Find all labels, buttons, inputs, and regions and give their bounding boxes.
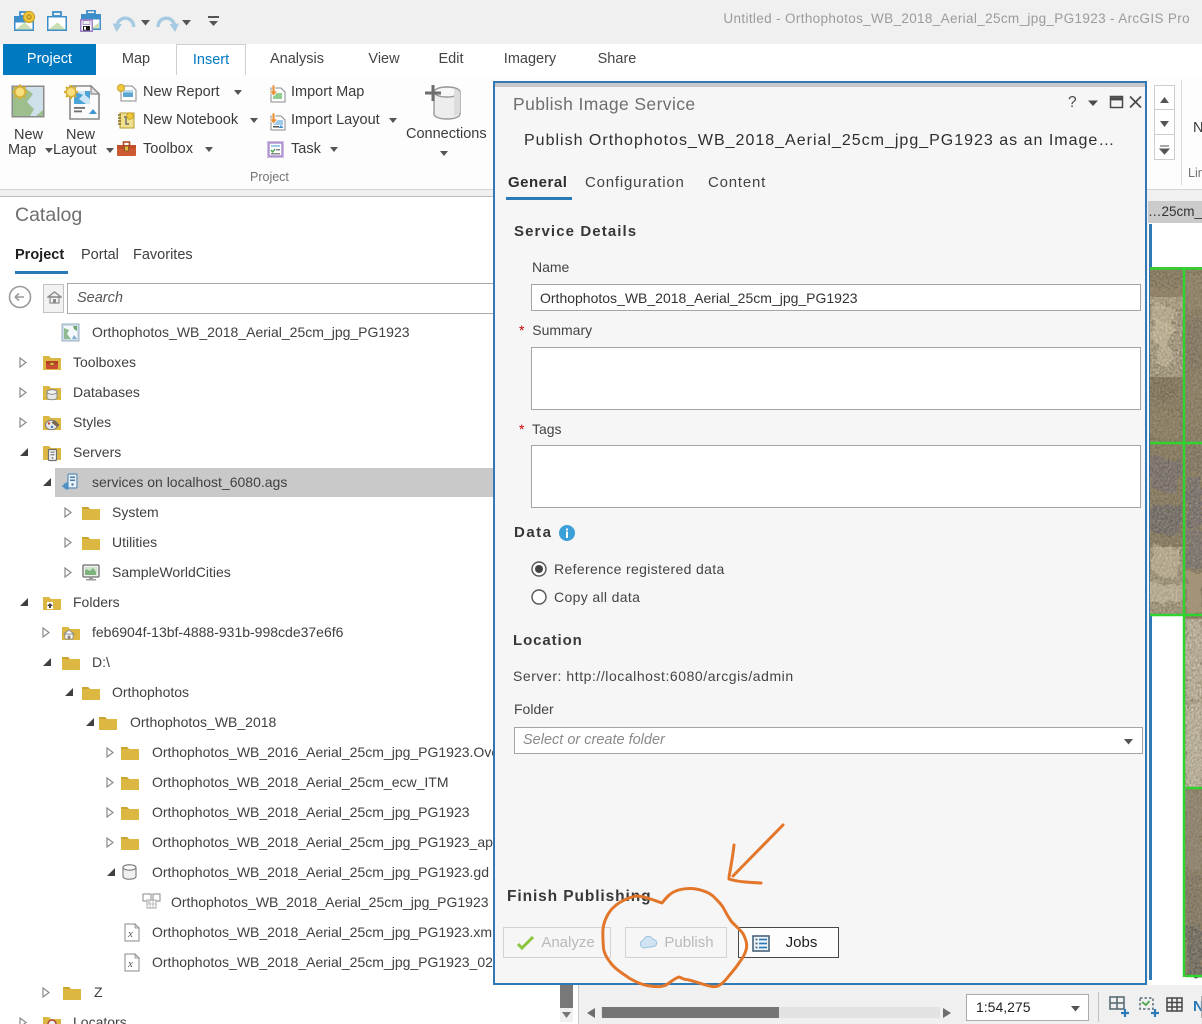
svg-text:?: ? [1068, 94, 1077, 111]
svg-text:N: N [1193, 998, 1202, 1015]
